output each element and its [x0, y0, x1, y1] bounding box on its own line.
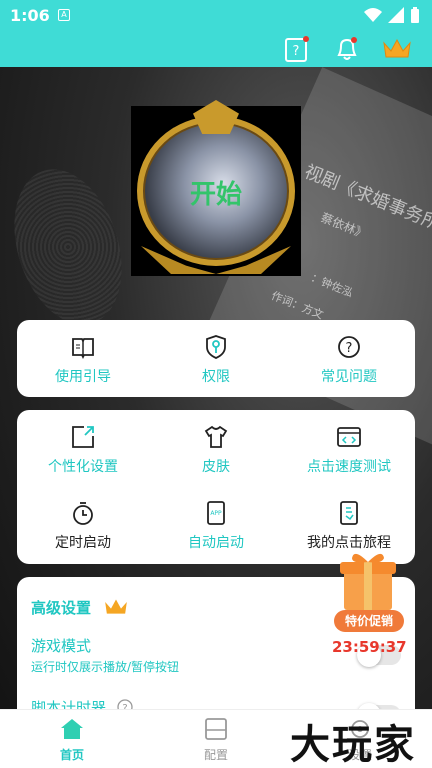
tab-home[interactable]: 首页 [22, 718, 122, 763]
faq-item[interactable]: ? 常见问题 [283, 334, 415, 386]
game-mode-subtitle: 运行时仅展示播放/暂停按钮 [31, 660, 180, 674]
config-icon [205, 718, 227, 740]
customize-icon [72, 426, 94, 448]
battery-icon [411, 7, 419, 23]
faq-label: 常见问题 [321, 369, 377, 385]
auto-start-item[interactable]: APP 自动启动 [150, 500, 282, 552]
game-mode-title: 游戏模式 [31, 637, 92, 655]
journey-icon [340, 501, 358, 525]
guide-item[interactable]: 使用引导 [17, 334, 149, 386]
auto-start-label: 自动启动 [188, 535, 244, 551]
crown-icon [105, 599, 127, 614]
skin-label: 皮肤 [202, 459, 230, 475]
tab-home-label: 首页 [59, 748, 84, 762]
speed-test-item[interactable]: 点击速度测试 [283, 424, 415, 476]
app-header: ? [0, 32, 432, 67]
signal-icon [388, 7, 404, 23]
bell-icon[interactable] [332, 34, 362, 64]
watermark: 大玩家 [290, 721, 416, 768]
home-icon [61, 719, 83, 739]
tab-config-label: 配置 [203, 748, 228, 762]
start-avatar-button[interactable]: 开始 [131, 100, 301, 276]
help-card-icon[interactable]: ? [282, 34, 312, 64]
customize-item[interactable]: 个性化设置 [17, 424, 149, 476]
help-card: 使用引导 权限 ? 常见问题 [17, 320, 415, 397]
status-icons [364, 7, 420, 23]
svg-text:APP: APP [210, 510, 222, 517]
gift-box-icon [340, 553, 396, 610]
stopwatch-icon [73, 502, 93, 525]
promo-label: 特价促销 [334, 610, 404, 632]
notification-a-icon: A [58, 9, 70, 21]
question-icon: ? [338, 336, 360, 358]
permission-label: 权限 [202, 369, 230, 385]
app-icon: APP [207, 501, 225, 525]
tab-config[interactable]: 配置 [166, 718, 266, 763]
svg-text:?: ? [293, 44, 300, 59]
advanced-title: 高级设置 [31, 599, 92, 617]
book-icon [72, 338, 94, 360]
start-label: 开始 [189, 180, 242, 210]
vinyl-record-image [0, 155, 141, 339]
shirt-icon [204, 425, 228, 448]
speed-test-label: 点击速度测试 [307, 459, 391, 475]
svg-text:?: ? [346, 341, 353, 356]
timer-start-item[interactable]: 定时启动 [17, 500, 149, 552]
crown-icon[interactable] [382, 34, 412, 64]
features-card: 个性化设置 皮肤 点击速度测试 定时启动 APP 自动启动 我的点击旅程 [17, 410, 415, 564]
status-time: 1:06 [10, 6, 50, 25]
skin-item[interactable]: 皮肤 [150, 424, 282, 476]
permission-item[interactable]: 权限 [150, 334, 282, 386]
guide-label: 使用引导 [55, 369, 111, 385]
status-bar: 1:06 A [0, 0, 432, 32]
journey-item[interactable]: 我的点击旅程 [283, 500, 415, 552]
timer-start-label: 定时启动 [55, 535, 111, 551]
wifi-icon [364, 8, 382, 22]
customize-label: 个性化设置 [48, 459, 118, 475]
shield-key-icon [206, 335, 226, 359]
promo-timer: 23:59:37 [332, 638, 407, 656]
code-window-icon [337, 427, 361, 447]
